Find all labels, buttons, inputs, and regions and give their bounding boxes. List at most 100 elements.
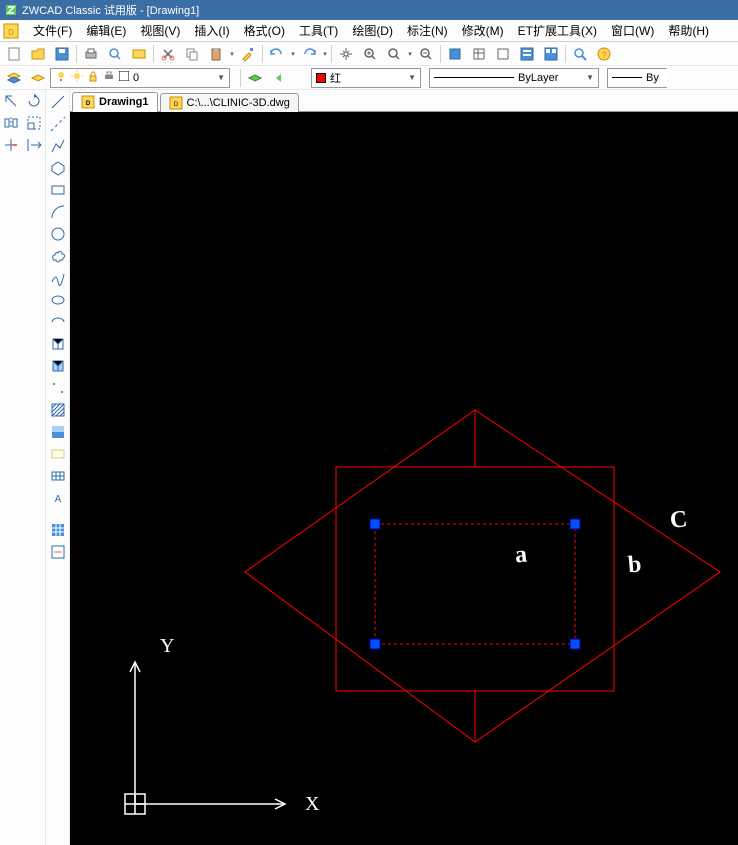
- tool2-button[interactable]: [468, 43, 490, 65]
- annotation-c: C: [669, 506, 689, 534]
- polygon-tool[interactable]: [47, 158, 69, 178]
- menu-draw[interactable]: 绘图(D): [345, 19, 400, 42]
- undo-button[interactable]: [266, 43, 288, 65]
- preview-button[interactable]: [104, 43, 126, 65]
- design-center-button[interactable]: [540, 43, 562, 65]
- chevron-down-icon: ▼: [586, 73, 594, 82]
- redo-button[interactable]: [298, 43, 320, 65]
- zoom-dropdown[interactable]: ▾: [406, 43, 414, 65]
- pan-button[interactable]: [335, 43, 357, 65]
- layer-combo[interactable]: 0 ▼: [50, 68, 230, 88]
- ellipse-tool[interactable]: [47, 290, 69, 310]
- draw-palette: A: [46, 90, 70, 845]
- annotation-a: a: [514, 542, 528, 570]
- table-tool[interactable]: [47, 466, 69, 486]
- layer-state-button[interactable]: [27, 67, 49, 89]
- menu-edit[interactable]: 编辑(E): [79, 19, 133, 42]
- cut-button[interactable]: [157, 43, 179, 65]
- zoom-realtime-button[interactable]: [359, 43, 381, 65]
- open-button[interactable]: [27, 43, 49, 65]
- help-button[interactable]: ?: [593, 43, 615, 65]
- gradient-tool[interactable]: [47, 422, 69, 442]
- ellipse-arc-tool[interactable]: [47, 312, 69, 332]
- menu-help[interactable]: 帮助(H): [661, 19, 716, 42]
- separator: [76, 45, 77, 63]
- insert-block-tool[interactable]: [47, 334, 69, 354]
- layer-lock-icon: [87, 70, 99, 85]
- tab-drawing1[interactable]: D Drawing1: [72, 92, 158, 112]
- document-tabs: D Drawing1 D C:\...\CLINIC-3D.dwg: [70, 90, 738, 112]
- chevron-down-icon: ▼: [217, 73, 225, 82]
- svg-text:D: D: [8, 28, 14, 37]
- color-swatch: [316, 73, 326, 83]
- publish-button[interactable]: [128, 43, 150, 65]
- grid-tool[interactable]: [47, 520, 69, 540]
- layer-prev-button[interactable]: [268, 67, 290, 89]
- menu-window[interactable]: 窗口(W): [604, 19, 661, 42]
- arc-tool[interactable]: [47, 202, 69, 222]
- menu-et[interactable]: ET扩展工具(X): [511, 19, 604, 42]
- menu-tools[interactable]: 工具(T): [292, 19, 345, 42]
- svg-text:D: D: [86, 101, 91, 107]
- properties-button[interactable]: [516, 43, 538, 65]
- save-button[interactable]: [51, 43, 73, 65]
- tool1-button[interactable]: [444, 43, 466, 65]
- linetype-combo[interactable]: ByLayer ▼: [429, 68, 599, 88]
- trim-tool[interactable]: [1, 134, 22, 156]
- mtext-tool[interactable]: A: [47, 488, 69, 508]
- redo-dropdown[interactable]: ▾: [321, 43, 329, 65]
- copy-button[interactable]: [181, 43, 203, 65]
- menu-insert[interactable]: 插入(I): [187, 19, 236, 42]
- spline-tool[interactable]: [47, 268, 69, 288]
- modify-palette: [0, 90, 46, 845]
- menu-dim[interactable]: 标注(N): [400, 19, 455, 42]
- layer-plot-icon: [103, 70, 115, 85]
- app-logo: [4, 3, 18, 17]
- line-swatch: [434, 77, 514, 78]
- rotate-tool[interactable]: [24, 90, 45, 112]
- tool3-button[interactable]: [492, 43, 514, 65]
- matchprop-button[interactable]: [237, 43, 259, 65]
- undo-dropdown[interactable]: ▾: [289, 43, 297, 65]
- circle-tool[interactable]: [47, 224, 69, 244]
- print-button[interactable]: [80, 43, 102, 65]
- svg-text:D: D: [173, 102, 178, 108]
- lineweight-combo[interactable]: By: [607, 68, 667, 88]
- layer-make-current-button[interactable]: [244, 67, 266, 89]
- paste-button[interactable]: [205, 43, 227, 65]
- polyline-tool[interactable]: [47, 136, 69, 156]
- dim-style-tool[interactable]: [47, 542, 69, 562]
- menu-modify[interactable]: 修改(M): [455, 19, 511, 42]
- menu-file[interactable]: 文件(F): [26, 19, 79, 42]
- menu-view[interactable]: 视图(V): [133, 19, 187, 42]
- menu-format[interactable]: 格式(O): [237, 19, 292, 42]
- mirror-tool[interactable]: [1, 112, 22, 134]
- svg-text:?: ?: [601, 50, 606, 60]
- point-tool[interactable]: [47, 378, 69, 398]
- drawing-canvas[interactable]: Y X a b C: [70, 112, 738, 845]
- move-tool[interactable]: [1, 90, 22, 112]
- color-label: 红: [330, 70, 341, 86]
- zoom-button[interactable]: [569, 43, 591, 65]
- color-combo[interactable]: 红 ▼: [311, 68, 421, 88]
- region-tool[interactable]: [47, 444, 69, 464]
- xline-tool[interactable]: [47, 114, 69, 134]
- annotation-b: b: [627, 551, 643, 579]
- make-block-tool[interactable]: [47, 356, 69, 376]
- new-button[interactable]: [3, 43, 25, 65]
- zoom-window-button[interactable]: [383, 43, 405, 65]
- rectangle-tool[interactable]: [47, 180, 69, 200]
- hatch-tool[interactable]: [47, 400, 69, 420]
- revcloud-tool[interactable]: [47, 246, 69, 266]
- extend-tool[interactable]: [24, 134, 45, 156]
- chevron-down-icon: ▼: [408, 73, 416, 82]
- scale-tool[interactable]: [24, 112, 45, 134]
- paste-dropdown[interactable]: ▾: [228, 43, 236, 65]
- svg-text:A: A: [54, 494, 61, 505]
- layer-props-button[interactable]: [3, 67, 25, 89]
- separator: [262, 45, 263, 63]
- layer-name: 0: [133, 72, 139, 84]
- line-tool[interactable]: [47, 92, 69, 112]
- tab-clinic3d[interactable]: D C:\...\CLINIC-3D.dwg: [160, 93, 299, 112]
- zoom-prev-button[interactable]: [415, 43, 437, 65]
